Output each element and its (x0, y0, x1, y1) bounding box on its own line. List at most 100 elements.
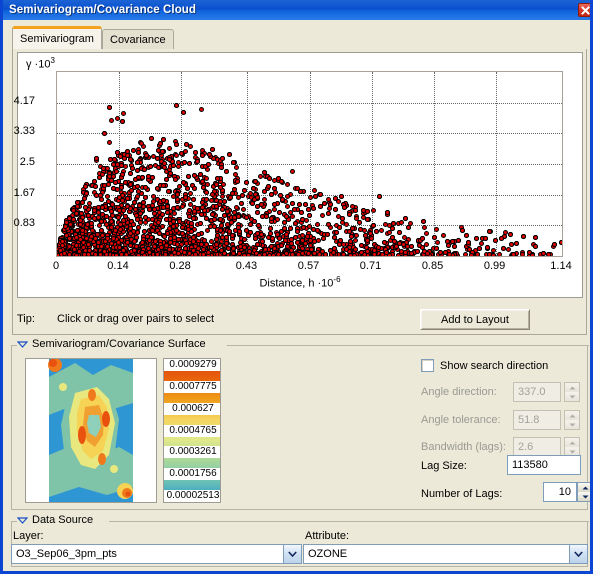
scatter-point[interactable] (463, 251, 469, 256)
scatter-point[interactable] (176, 159, 182, 165)
scatter-point[interactable] (104, 194, 110, 200)
scatter-point[interactable] (230, 159, 236, 165)
scatter-point[interactable] (183, 142, 189, 148)
scatter-point[interactable] (420, 236, 426, 242)
scatter-point[interactable] (347, 212, 353, 218)
scatter-point[interactable] (450, 238, 456, 244)
scatter-point[interactable] (135, 168, 141, 174)
scatter-point[interactable] (136, 149, 142, 155)
scatter-point[interactable] (341, 205, 347, 211)
tab-covariance[interactable]: Covariance (102, 29, 174, 49)
scatter-point[interactable] (339, 193, 345, 199)
scatter-point[interactable] (306, 212, 312, 218)
scatter-point[interactable] (185, 173, 191, 179)
scatter-point[interactable] (420, 218, 426, 224)
tab-semivariogram[interactable]: Semivariogram (12, 26, 102, 49)
scatter-point[interactable] (390, 225, 396, 231)
scatter-point[interactable] (255, 222, 261, 228)
scatter-point[interactable] (224, 208, 230, 214)
scatter-point[interactable] (159, 224, 165, 230)
scatter-point[interactable] (160, 137, 166, 143)
scatter-point[interactable] (558, 240, 562, 246)
scatter-point[interactable] (261, 170, 267, 176)
scatter-point[interactable] (232, 215, 238, 221)
scatter-point[interactable] (157, 230, 163, 236)
scatter-point[interactable] (284, 182, 290, 188)
scatter-point[interactable] (509, 242, 515, 248)
scatter-point[interactable] (206, 162, 212, 168)
scatter-point[interactable] (322, 252, 328, 256)
scatter-point[interactable] (197, 220, 203, 226)
scatter-point[interactable] (378, 227, 384, 233)
scatter-point[interactable] (83, 183, 89, 189)
scatter-point[interactable] (476, 245, 482, 251)
scatter-point[interactable] (188, 228, 194, 234)
scatter-point[interactable] (317, 252, 323, 256)
scatter-point[interactable] (115, 214, 121, 220)
scatter-point[interactable] (233, 165, 239, 171)
scatter-point[interactable] (279, 197, 285, 203)
scatter-point[interactable] (205, 181, 211, 187)
scatter-point[interactable] (498, 235, 504, 241)
scatter-point[interactable] (431, 234, 437, 240)
scatter-point[interactable] (234, 204, 240, 210)
scatter-point[interactable] (532, 244, 538, 250)
scatter-point[interactable] (326, 211, 332, 217)
scatter-point[interactable] (441, 232, 447, 238)
scatter-point[interactable] (148, 136, 154, 142)
scatter-point[interactable] (389, 234, 395, 240)
scatter-point[interactable] (288, 226, 294, 232)
scatter-point[interactable] (142, 194, 148, 200)
scatter-point[interactable] (217, 216, 223, 222)
scatter-point[interactable] (310, 205, 316, 211)
scatter-point[interactable] (241, 206, 247, 212)
scatter-point[interactable] (154, 185, 160, 191)
scatter-point[interactable] (82, 204, 88, 210)
scatter-point[interactable] (533, 235, 539, 241)
scatter-point[interactable] (98, 219, 104, 225)
scatter-point[interactable] (209, 146, 215, 152)
scatter-point[interactable] (311, 238, 317, 244)
scatter-point[interactable] (349, 233, 354, 239)
scatter-point[interactable] (213, 236, 219, 242)
scatter-point[interactable] (106, 140, 112, 145)
scatter-point[interactable] (353, 208, 359, 214)
scatter-point[interactable] (130, 147, 136, 153)
scatter-point[interactable] (272, 201, 278, 207)
scatter-point[interactable] (281, 219, 287, 225)
scatter-point[interactable] (337, 224, 342, 230)
scatter-point[interactable] (239, 193, 245, 199)
scatter-point[interactable] (304, 233, 310, 239)
scatter-point[interactable] (186, 208, 192, 214)
scatter-point[interactable] (109, 118, 115, 124)
scatter-point[interactable] (140, 174, 146, 180)
scatter-point[interactable] (353, 233, 359, 239)
scatter-point[interactable] (160, 211, 166, 217)
scatter-point[interactable] (339, 215, 345, 221)
scatter-point[interactable] (267, 230, 273, 236)
scatter-point[interactable] (508, 232, 514, 238)
scatter-point[interactable] (552, 242, 558, 248)
scatter-point[interactable] (371, 207, 377, 213)
scatter-point[interactable] (101, 131, 107, 137)
scatter-point[interactable] (297, 202, 303, 208)
scatter-point[interactable] (170, 218, 176, 224)
scatter-point[interactable] (193, 150, 199, 156)
scatter-point[interactable] (468, 252, 474, 256)
scatter-point[interactable] (199, 179, 205, 185)
scatter-point[interactable] (163, 217, 169, 223)
scatter-point[interactable] (349, 226, 355, 232)
scatter-point[interactable] (268, 192, 274, 198)
scatter-point[interactable] (128, 171, 134, 177)
scatter-point[interactable] (318, 191, 324, 197)
scatter-point[interactable] (344, 246, 350, 252)
scatter-point[interactable] (540, 250, 546, 256)
scatter-point[interactable] (118, 226, 124, 232)
scatter-point[interactable] (519, 252, 525, 256)
scatter-point[interactable] (266, 175, 272, 181)
scatter-point[interactable] (421, 225, 427, 231)
scatter-point[interactable] (235, 179, 241, 185)
scatter-point[interactable] (419, 245, 425, 251)
scatter-point[interactable] (173, 103, 179, 109)
scatter-point[interactable] (200, 152, 206, 158)
